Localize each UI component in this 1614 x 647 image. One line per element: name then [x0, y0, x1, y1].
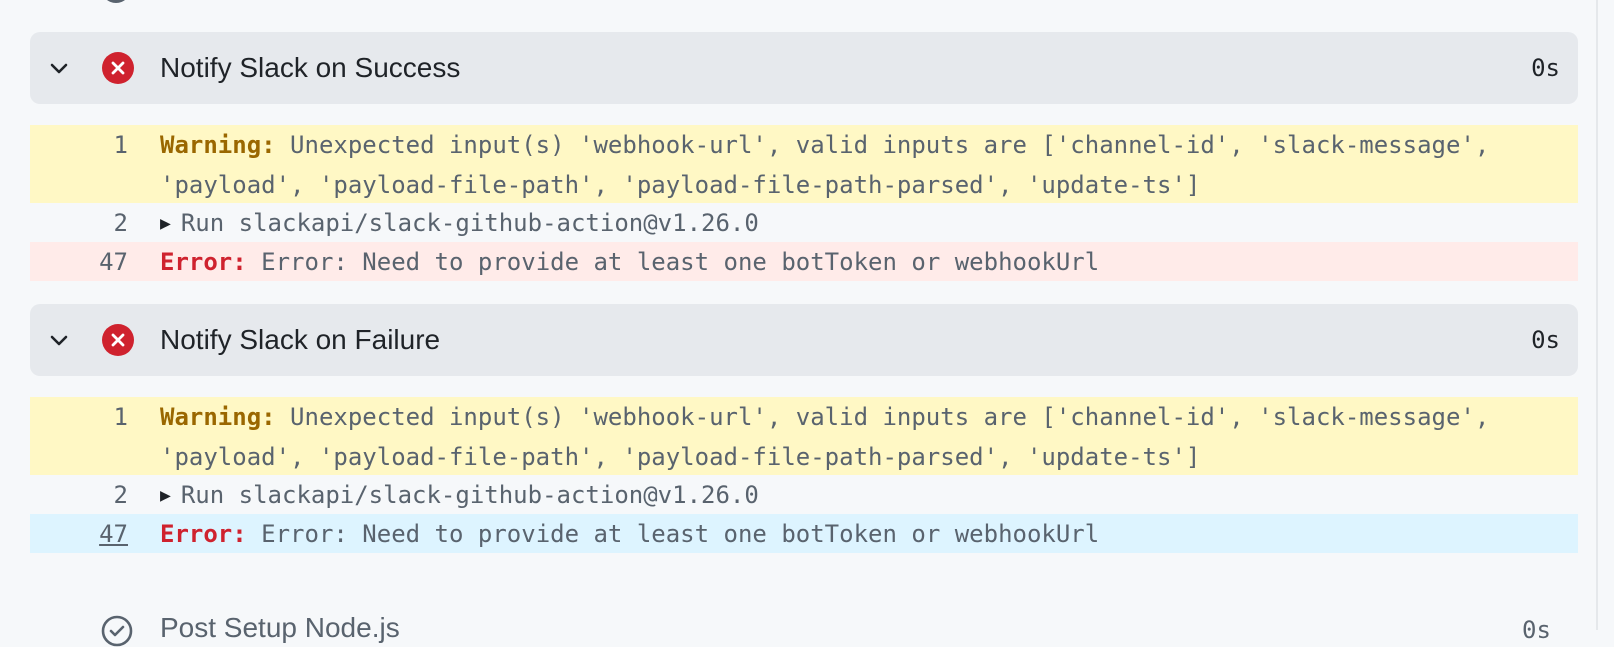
error-label: Error: [160, 520, 247, 548]
chevron-down-icon[interactable] [48, 57, 70, 79]
log-text: Error: Need to provide at least one botT… [246, 520, 1100, 548]
log-text: Unexpected input(s) 'webhook-url', valid… [160, 403, 1504, 471]
log-text: Unexpected input(s) 'webhook-url', valid… [160, 131, 1504, 199]
log-line[interactable]: 1 Warning: Unexpected input(s) 'webhook-… [30, 397, 1578, 475]
line-number-link[interactable]: 47 [30, 514, 128, 554]
step-duration: 0s [1531, 326, 1560, 354]
log-text: Run slackapi/slack-github-action@v1.26.0 [180, 481, 759, 509]
log-line[interactable]: 2 ▶ Run slackapi/slack-github-action@v1.2… [30, 475, 1578, 514]
scrollbar-track[interactable] [1596, 0, 1598, 630]
log-line[interactable]: 47 Error: Error: Need to provide at leas… [30, 242, 1578, 281]
error-label: Error: [160, 248, 247, 276]
check-circle-icon [101, 615, 133, 647]
expand-triangle-icon[interactable]: ▶ [160, 485, 171, 506]
step-header-notify-failure[interactable]: Notify Slack on Failure 0s [30, 304, 1578, 376]
line-number[interactable]: 1 [30, 397, 128, 437]
log-line[interactable]: 1 Warning: Unexpected input(s) 'webhook-… [30, 125, 1578, 203]
step-title: Notify Slack on Failure [160, 324, 441, 355]
step-title[interactable]: Post Setup Node.js [160, 612, 400, 644]
log-line[interactable]: 2 ▶ Run slackapi/slack-github-action@v1.2… [30, 203, 1578, 242]
log-text: Error: Need to provide at least one botT… [246, 248, 1100, 276]
line-number[interactable]: 2 [30, 475, 128, 515]
warning-label: Warning: [160, 131, 276, 159]
log-line-selected[interactable]: 47 Error: Error: Need to provide at leas… [30, 514, 1578, 553]
status-icon-partial [101, 0, 131, 3]
x-circle-icon [102, 324, 134, 356]
line-number[interactable]: 2 [30, 203, 128, 243]
step-title: Notify Slack on Success [160, 52, 461, 83]
line-number[interactable]: 1 [30, 125, 128, 165]
warning-label: Warning: [160, 403, 276, 431]
log-text: Run slackapi/slack-github-action@v1.26.0 [180, 209, 759, 237]
step-duration: 0s [1522, 616, 1551, 644]
step-duration: 0s [1531, 54, 1560, 82]
expand-triangle-icon[interactable]: ▶ [160, 213, 171, 234]
line-number[interactable]: 47 [30, 242, 128, 282]
chevron-down-icon[interactable] [48, 329, 70, 351]
step-header-notify-success[interactable]: Notify Slack on Success 0s [30, 32, 1578, 104]
x-circle-icon [102, 52, 134, 84]
